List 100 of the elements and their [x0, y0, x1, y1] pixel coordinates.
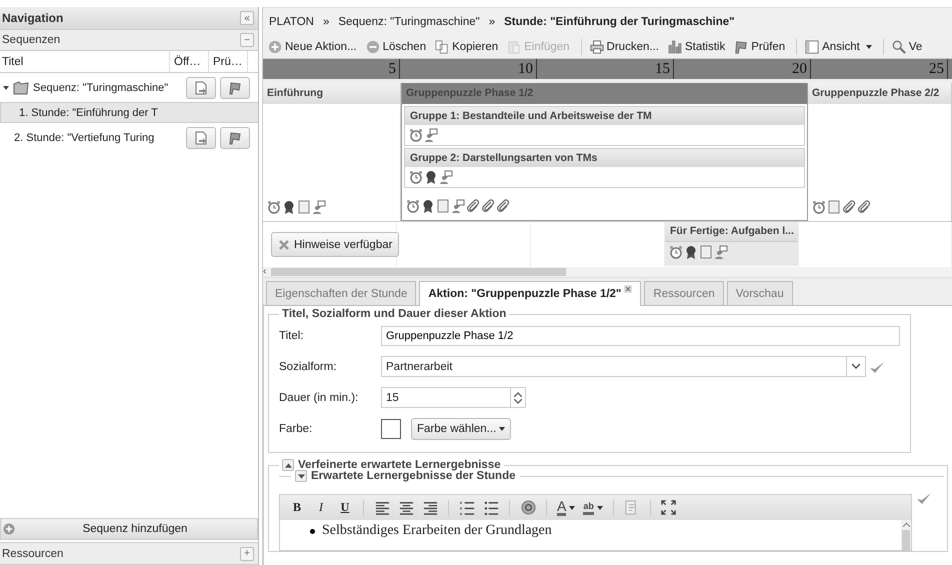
section-title: Sequenzen [2, 34, 60, 46]
title-input[interactable]: Gruppenpuzzle Phase 1/2 [381, 326, 900, 346]
check-button[interactable] [220, 76, 250, 98]
check-button[interactable] [220, 126, 250, 148]
breadcrumb-link[interactable]: PLATON [269, 16, 314, 28]
tab[interactable]: Ressourcen [644, 281, 724, 305]
fullscreen-icon [661, 500, 676, 515]
open-button[interactable] [186, 76, 216, 98]
flag-icon [228, 130, 242, 144]
expand-button[interactable]: + [240, 546, 254, 560]
document-arrow-icon [194, 80, 208, 94]
alarm-clock-icon [406, 199, 420, 213]
column-header[interactable]: Öff… [170, 51, 209, 72]
action-column[interactable]: Einführung [263, 83, 401, 221]
column-header[interactable]: Titel [0, 51, 170, 72]
tab[interactable]: Vorschau [726, 281, 793, 305]
field-label: Titel: [279, 330, 304, 342]
group-title: Gruppe 2: Darstellungsarten von TMs [405, 149, 804, 167]
column-header[interactable]: Prü… [209, 51, 248, 72]
tab[interactable]: Eigenschaften der Stunde [266, 281, 416, 305]
copy-icon [435, 40, 450, 54]
bullet [310, 528, 315, 534]
open-button[interactable] [186, 126, 216, 148]
align-center-icon [398, 500, 414, 515]
section-title: Ressourcen [2, 548, 64, 560]
new-action-button[interactable]: Neue Aktion... [266, 36, 362, 56]
group-card[interactable]: Gruppe 1: Bestandteile und Arbeitsweise der TM [404, 106, 805, 146]
vertical-scrollbar[interactable] [901, 520, 911, 550]
horizontal-scrollbar[interactable]: ‹ [263, 267, 952, 278]
align-right-icon [422, 500, 438, 515]
search-icon [892, 40, 906, 54]
alarm-clock-icon [409, 170, 423, 184]
alarm-clock-icon [669, 245, 683, 259]
alarm-clock-icon [267, 200, 281, 214]
choose-color-button[interactable]: Farbe wählen... [411, 418, 512, 440]
view-dropdown[interactable]: Ansicht [803, 36, 877, 56]
group-card[interactable]: Gruppe 2: Darstellungsarten von TMs [404, 148, 805, 188]
action-card[interactable]: Für Fertige: Aufgaben l... [665, 222, 798, 266]
hints-button[interactable]: Hinweise verfügbar [271, 232, 400, 257]
bold-button[interactable]: B [286, 498, 308, 518]
rosette-icon [421, 199, 435, 213]
tree-row[interactable]: 2. Stunde: "Vertiefung Turing [0, 123, 258, 152]
fieldset-legend: Titel, Sozialform und Dauer dieser Aktion [279, 308, 510, 320]
decrement-icon[interactable] [514, 398, 522, 404]
tree-row[interactable]: Sequenz: "Turingmaschine" [0, 73, 258, 102]
expand-triangle-icon[interactable] [3, 84, 9, 90]
breadcrumb-separator: » [322, 16, 330, 28]
rich-text-editor[interactable]: B I U A ab Selbständiges Erarbeiten der Grundlagen [279, 494, 912, 551]
plus-circle-icon [268, 40, 282, 54]
document-icon [297, 200, 311, 214]
action-column[interactable]: Gruppenpuzzle Phase 2/2 [808, 83, 952, 221]
underline-button[interactable]: U [334, 498, 356, 518]
tab[interactable]: Aktion: "Gruppenpuzzle Phase 1/2" [419, 281, 642, 306]
scroll-left-arrow[interactable]: ‹ [263, 267, 271, 277]
statistics-button[interactable]: Statistik [666, 36, 730, 56]
paperclip-icon [857, 200, 871, 214]
search-button[interactable]: Ve [890, 36, 928, 56]
speech-bubble-icon [312, 200, 326, 214]
rosette-icon [424, 170, 438, 184]
increment-icon[interactable] [514, 392, 522, 396]
color-swatch[interactable] [381, 418, 401, 438]
copy-button[interactable]: Kopieren [433, 36, 504, 56]
document-icon [699, 245, 713, 259]
link-icon [520, 500, 536, 515]
check-button[interactable]: Prüfen [732, 36, 790, 56]
print-button[interactable]: Drucken... [588, 36, 664, 56]
field-label: Dauer (in min.): [279, 392, 360, 404]
ruler-tick-label: 15 [537, 59, 674, 79]
delete-button[interactable]: Löschen [364, 36, 432, 56]
breadcrumb-separator: » [488, 16, 496, 28]
tree-row[interactable]: 1. Stunde: "Einführung der T [0, 102, 258, 123]
action-title: Einführung [263, 83, 400, 104]
caret-icon [569, 506, 576, 510]
clipboard-icon [507, 40, 522, 54]
speech-bubble-icon [439, 170, 453, 184]
social-form-select[interactable]: Partnerarbeit [381, 356, 866, 377]
breadcrumb-link[interactable]: Sequenz: "Turingmaschine" [338, 16, 480, 28]
speech-bubble-icon [451, 199, 465, 213]
duration-spinner[interactable]: 15 [381, 387, 526, 408]
numbered-list-icon [460, 500, 474, 515]
font-color-button[interactable]: A [554, 498, 578, 518]
collapse-button[interactable]: − [240, 33, 254, 47]
caret-icon [596, 506, 603, 510]
collapse-button[interactable]: « [240, 11, 254, 25]
field-label: Sozialform: [279, 360, 338, 372]
speech-bubble-icon [424, 128, 438, 142]
breadcrumb-current: Stunde: "Einführung der Turingmaschine" [504, 16, 735, 28]
action-column[interactable]: Gruppenpuzzle Phase 1/2 Gruppe 1: Bestandteile und Arbeitsweise der TM Gruppe 2: Darstellungsarten von TMs [401, 83, 808, 221]
italic-button[interactable]: I [310, 498, 332, 518]
expand-toggle[interactable] [295, 470, 307, 482]
document-icon [827, 200, 841, 214]
bullet-list-icon [484, 500, 498, 515]
add-sequence-button[interactable]: Sequenz hinzufügen [0, 518, 258, 540]
rosette-icon [282, 200, 296, 214]
highlight-button[interactable]: ab [580, 498, 606, 518]
printer-icon [590, 40, 604, 54]
alarm-clock-icon [409, 128, 423, 142]
collapse-toggle[interactable] [282, 459, 294, 471]
scroll-up-icon[interactable] [902, 522, 910, 527]
close-icon[interactable] [624, 285, 632, 293]
